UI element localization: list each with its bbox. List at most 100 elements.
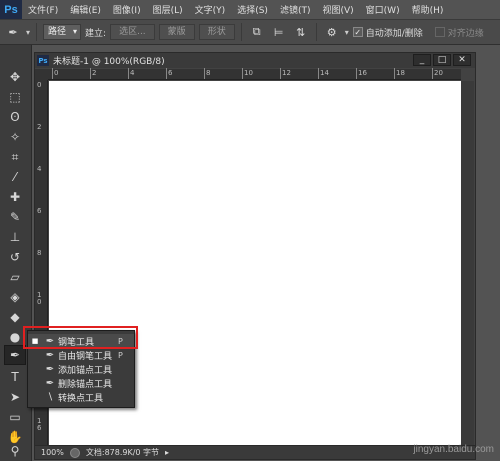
build-label: 建立:	[85, 28, 107, 39]
close-button[interactable]: ✕	[453, 54, 471, 66]
ruler-h-label: 8	[206, 69, 211, 77]
mask-button[interactable]: 蒙版	[158, 24, 195, 40]
ruler-corner[interactable]	[35, 69, 48, 80]
ruler-h-label: 18	[396, 69, 405, 77]
status-info-icon[interactable]	[69, 447, 80, 458]
status-bar: 100% 文档:878.9K/0 字节 ▸	[35, 445, 475, 459]
ruler-h-label: 0	[54, 69, 59, 77]
menu-view[interactable]: 视图(V)	[316, 3, 359, 16]
vertical-scrollbar[interactable]	[461, 81, 474, 446]
flyout-item-add-anchor[interactable]: ✒ 添加锚点工具	[28, 362, 134, 376]
type-tool-icon[interactable]: T	[4, 367, 26, 387]
shape-tool-icon[interactable]: ▭	[4, 407, 26, 427]
menu-type[interactable]: 文字(Y)	[189, 3, 232, 16]
eraser-tool-icon[interactable]: ▱	[4, 267, 26, 287]
ruler-h-tick	[166, 68, 167, 79]
auto-add-delete-option[interactable]: ✓ 自动添加/删除	[352, 26, 423, 39]
ruler-v-label: 0	[37, 81, 42, 89]
menu-window[interactable]: 窗口(W)	[360, 3, 406, 16]
document-info: 文档:878.9K/0 字节	[85, 448, 160, 457]
flyout-item-label: 删除锚点工具	[58, 379, 113, 390]
ruler-h-tick	[394, 68, 395, 79]
ruler-h-label: 10	[244, 69, 253, 77]
flyout-item-label: 添加锚点工具	[58, 365, 113, 376]
path-arrangement-icon[interactable]: ⇅	[292, 23, 310, 41]
blur-tool-icon[interactable]: ◆	[4, 307, 26, 327]
auto-add-delete-label: 自动添加/删除	[365, 28, 423, 39]
menu-help[interactable]: 帮助(H)	[406, 3, 450, 16]
ruler-v-label: 4	[37, 165, 42, 173]
align-edges-option[interactable]: 对齐边缘	[434, 26, 484, 39]
mode-select[interactable]: 路径	[43, 24, 82, 40]
path-selection-tool-icon[interactable]: ➤	[4, 387, 26, 407]
preset-chevron-icon[interactable]: ▾	[26, 28, 30, 37]
highlight-box	[23, 326, 138, 349]
flyout-item-freeform-pen[interactable]: ✒ 自由钢笔工具 P	[28, 348, 134, 362]
ruler-h-tick	[356, 68, 357, 79]
ruler-h-label: 2	[92, 69, 97, 77]
freeform-pen-icon: ✒	[45, 349, 55, 361]
ruler-h-tick	[128, 68, 129, 79]
ruler-h-tick	[204, 68, 205, 79]
ruler-h-label: 12	[282, 69, 291, 77]
document-ps-icon: Ps	[37, 55, 49, 66]
photoshop-logo: Ps	[0, 0, 22, 19]
horizontal-ruler[interactable]: 0 2 4 6 8 10 12 14 16 18 20	[48, 68, 461, 80]
menu-layer[interactable]: 图层(L)	[147, 3, 189, 16]
divider	[36, 23, 38, 41]
auto-add-delete-checkbox[interactable]: ✓	[352, 27, 363, 37]
ruler-h-label: 14	[320, 69, 329, 77]
ruler-v-label: 2	[37, 123, 42, 131]
history-brush-tool-icon[interactable]: ↺	[4, 247, 26, 267]
brush-tool-icon[interactable]: ✎	[4, 207, 26, 227]
delete-anchor-icon: ✒	[45, 377, 55, 389]
path-alignment-icon[interactable]: ⊨	[270, 23, 288, 41]
ruler-h-tick	[242, 68, 243, 79]
align-edges-label: 对齐边缘	[447, 28, 484, 39]
flyout-item-label: 自由钢笔工具	[58, 351, 113, 362]
flyout-item-delete-anchor[interactable]: ✒ 删除锚点工具	[28, 376, 134, 390]
lasso-tool-icon[interactable]: ʘ	[4, 107, 26, 127]
maximize-button[interactable]: □	[433, 54, 451, 66]
ruler-h-label: 20	[434, 69, 443, 77]
flyout-item-label: 转换点工具	[58, 393, 104, 404]
ruler-h-label: 6	[168, 69, 173, 77]
menu-bar: Ps 文件(F) 编辑(E) 图像(I) 图层(L) 文字(Y) 选择(S) 滤…	[0, 0, 500, 19]
ruler-h-label: 16	[358, 69, 367, 77]
healing-brush-tool-icon[interactable]: ✚	[4, 187, 26, 207]
align-edges-checkbox[interactable]	[434, 27, 445, 37]
path-operations-icon[interactable]: ⧉	[248, 23, 266, 41]
move-tool-icon[interactable]: ✥	[4, 67, 26, 87]
pen-tool-preset-icon[interactable]: ✒	[4, 23, 22, 41]
paint-bucket-tool-icon[interactable]: ◈	[4, 287, 26, 307]
gear-icon[interactable]: ⚙	[323, 23, 341, 41]
divider	[315, 23, 317, 41]
status-menu-arrow-icon[interactable]: ▸	[165, 448, 169, 457]
marquee-tool-icon[interactable]: ⬚	[4, 87, 26, 107]
zoom-level[interactable]: 100%	[41, 448, 64, 457]
crop-tool-icon[interactable]: ⌗	[4, 147, 26, 167]
zoom-tool-icon[interactable]: ⚲	[4, 441, 26, 461]
ruler-h-label: 4	[130, 69, 135, 77]
selection-button[interactable]: 选区...	[110, 24, 155, 40]
convert-point-icon: ∖	[46, 391, 54, 403]
shape-button[interactable]: 形状	[198, 24, 235, 40]
menu-image[interactable]: 图像(I)	[107, 3, 147, 16]
ruler-h-tick	[90, 68, 91, 79]
ruler-v-label: 1 6	[37, 417, 42, 432]
minimize-button[interactable]: _	[413, 54, 431, 66]
eyedropper-tool-icon[interactable]: ⁄	[4, 167, 26, 187]
flyout-item-convert-point[interactable]: ∖ 转换点工具	[28, 390, 134, 404]
shortcut-key: P	[118, 350, 123, 360]
chevron-down-icon[interactable]: ▾	[345, 28, 349, 37]
menu-edit[interactable]: 编辑(E)	[64, 3, 107, 16]
watermark: jingyan.baidu.com	[413, 444, 494, 455]
document-tab[interactable]: Ps 未标题-1 @ 100%(RGB/8) _ □ ✕	[35, 53, 475, 68]
menu-filter[interactable]: 滤镜(T)	[274, 3, 317, 16]
clone-stamp-tool-icon[interactable]: ⊥	[4, 227, 26, 247]
ruler-v-label: 1 0	[37, 291, 42, 306]
menu-file[interactable]: 文件(F)	[22, 3, 64, 16]
quick-selection-tool-icon[interactable]: ✧	[4, 127, 26, 147]
document-title: 未标题-1 @ 100%(RGB/8)	[53, 57, 165, 67]
menu-select[interactable]: 选择(S)	[231, 3, 274, 16]
